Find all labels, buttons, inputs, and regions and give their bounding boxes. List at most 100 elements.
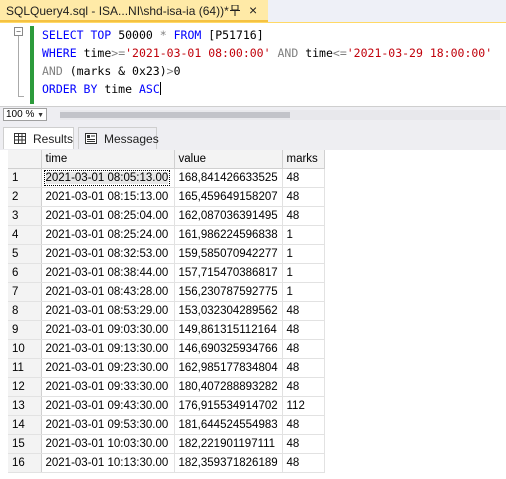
collapse-icon[interactable]: − bbox=[14, 27, 23, 36]
time-cell[interactable]: 2021-03-01 09:43:30.00 bbox=[41, 396, 175, 416]
row-number-cell[interactable]: 6 bbox=[8, 263, 42, 283]
table-row[interactable]: 5 2021-03-01 08:32:53.00 159,585070942277 1 bbox=[8, 244, 325, 264]
table-row[interactable]: 1 2021-03-01 08:05:13.00 168,841426633525 4… bbox=[8, 168, 325, 188]
value-cell[interactable]: 161,986224596838 bbox=[174, 225, 283, 245]
marks-cell[interactable]: 48 bbox=[282, 168, 325, 188]
horizontal-scrollbar[interactable] bbox=[60, 110, 500, 120]
table-row[interactable]: 7 2021-03-01 08:43:28.00 156,230787592775 1 bbox=[8, 282, 325, 302]
time-cell[interactable]: 2021-03-01 10:03:30.00 bbox=[41, 434, 175, 454]
table-row[interactable]: 15 2021-03-01 10:03:30.00 182,221901197111… bbox=[8, 434, 325, 454]
value-cell[interactable]: 176,915534914702 bbox=[174, 396, 283, 416]
table-row[interactable]: 3 2021-03-01 08:25:04.00 162,087036391495 4… bbox=[8, 206, 325, 226]
time-cell[interactable]: 2021-03-01 10:13:30.00 bbox=[41, 453, 175, 473]
pin-icon[interactable] bbox=[230, 5, 240, 16]
time-cell[interactable]: 2021-03-01 08:53:29.00 bbox=[41, 301, 175, 321]
row-number-cell[interactable]: 14 bbox=[8, 415, 42, 435]
column-header-time[interactable]: time bbox=[41, 150, 175, 169]
time-cell[interactable]: 2021-03-01 08:25:04.00 bbox=[41, 206, 175, 226]
row-number-header[interactable] bbox=[8, 150, 42, 169]
marks-cell[interactable]: 48 bbox=[282, 301, 325, 321]
tab-messages[interactable]: Messages bbox=[78, 127, 159, 149]
value-cell[interactable]: 153,032304289562 bbox=[174, 301, 283, 321]
marks-cell[interactable]: 48 bbox=[282, 206, 325, 226]
value-cell[interactable]: 182,359371826189 bbox=[174, 453, 283, 473]
row-number-cell[interactable]: 12 bbox=[8, 377, 42, 397]
table-row[interactable]: 11 2021-03-01 09:23:30.00 162,985177834804… bbox=[8, 358, 325, 378]
value-cell[interactable]: 162,985177834804 bbox=[174, 358, 283, 378]
row-number-cell[interactable]: 15 bbox=[8, 434, 42, 454]
time-cell[interactable]: 2021-03-01 08:05:13.00 bbox=[41, 168, 175, 188]
time-cell[interactable]: 2021-03-01 09:13:30.00 bbox=[41, 339, 175, 359]
table-row[interactable]: 13 2021-03-01 09:43:30.00 176,915534914702… bbox=[8, 396, 325, 416]
row-number-cell[interactable]: 3 bbox=[8, 206, 42, 226]
marks-cell[interactable]: 1 bbox=[282, 282, 325, 302]
results-grid[interactable]: time value marks 1 2021-03-01 08:05:13.00… bbox=[0, 150, 506, 479]
time-cell[interactable]: 2021-03-01 08:38:44.00 bbox=[41, 263, 175, 283]
row-number-cell[interactable]: 9 bbox=[8, 320, 42, 340]
value-cell[interactable]: 168,841426633525 bbox=[174, 168, 283, 188]
value-cell[interactable]: 156,230787592775 bbox=[174, 282, 283, 302]
row-number-cell[interactable]: 4 bbox=[8, 225, 42, 245]
row-number-cell[interactable]: 10 bbox=[8, 339, 42, 359]
time-cell[interactable]: 2021-03-01 08:15:13.00 bbox=[41, 187, 175, 207]
code-line-3: AND (marks & 0x23)>0 bbox=[42, 64, 181, 78]
marks-cell[interactable]: 48 bbox=[282, 339, 325, 359]
table-row[interactable]: 14 2021-03-01 09:53:30.00 181,644524554983… bbox=[8, 415, 325, 435]
time-cell[interactable]: 2021-03-01 09:33:30.00 bbox=[41, 377, 175, 397]
table-row[interactable]: 9 2021-03-01 09:03:30.00 149,861315112164 4… bbox=[8, 320, 325, 340]
marks-cell[interactable]: 48 bbox=[282, 415, 325, 435]
marks-cell[interactable]: 48 bbox=[282, 320, 325, 340]
row-number-cell[interactable]: 16 bbox=[8, 453, 42, 473]
column-header-marks[interactable]: marks bbox=[282, 150, 325, 169]
value-cell[interactable]: 165,459649158207 bbox=[174, 187, 283, 207]
selected-cell-text: 2021-03-01 08:05:13.00 bbox=[43, 169, 171, 186]
row-number-cell[interactable]: 7 bbox=[8, 282, 42, 302]
row-number-cell[interactable]: 8 bbox=[8, 301, 42, 321]
code-line-2: WHERE time>='2021-03-01 08:00:00' AND ti… bbox=[42, 46, 493, 60]
row-number-cell[interactable]: 5 bbox=[8, 244, 42, 264]
marks-cell[interactable]: 112 bbox=[282, 396, 325, 416]
marks-cell[interactable]: 1 bbox=[282, 244, 325, 264]
table-row[interactable]: 10 2021-03-01 09:13:30.00 146,690325934766… bbox=[8, 339, 325, 359]
document-tab[interactable]: SQLQuery4.sql - ISA...NI\shd-isa-ia (64)… bbox=[0, 0, 268, 22]
query-editor[interactable]: − SELECT TOP 50000 * FROM [P51716] WHERE … bbox=[0, 23, 506, 105]
outline-guide-end bbox=[18, 96, 24, 97]
row-number-cell[interactable]: 2 bbox=[8, 187, 42, 207]
zoom-dropdown[interactable]: 100 % ▼ bbox=[3, 108, 47, 121]
time-cell[interactable]: 2021-03-01 09:23:30.00 bbox=[41, 358, 175, 378]
table-row[interactable]: 4 2021-03-01 08:25:24.00 161,986224596838 1 bbox=[8, 225, 325, 245]
value-cell[interactable]: 180,407288893282 bbox=[174, 377, 283, 397]
row-number-cell[interactable]: 13 bbox=[8, 396, 42, 416]
marks-cell[interactable]: 48 bbox=[282, 187, 325, 207]
marks-cell[interactable]: 48 bbox=[282, 434, 325, 454]
marks-cell[interactable]: 1 bbox=[282, 225, 325, 245]
value-cell[interactable]: 159,585070942277 bbox=[174, 244, 283, 264]
row-number-cell[interactable]: 1 bbox=[8, 168, 42, 188]
table-row[interactable]: 8 2021-03-01 08:53:29.00 153,032304289562 4… bbox=[8, 301, 325, 321]
marks-cell[interactable]: 48 bbox=[282, 453, 325, 473]
table-row[interactable]: 6 2021-03-01 08:38:44.00 157,715470386817 1 bbox=[8, 263, 325, 283]
value-cell[interactable]: 182,221901197111 bbox=[174, 434, 283, 454]
table-row[interactable]: 16 2021-03-01 10:13:30.00 182,359371826189… bbox=[8, 453, 325, 473]
value-cell[interactable]: 149,861315112164 bbox=[174, 320, 283, 340]
time-cell[interactable]: 2021-03-01 09:53:30.00 bbox=[41, 415, 175, 435]
scrollbar-thumb[interactable] bbox=[60, 112, 290, 118]
value-cell[interactable]: 181,644524554983 bbox=[174, 415, 283, 435]
row-number-cell[interactable]: 11 bbox=[8, 358, 42, 378]
close-icon[interactable]: × bbox=[249, 2, 257, 18]
time-cell[interactable]: 2021-03-01 08:25:24.00 bbox=[41, 225, 175, 245]
marks-cell[interactable]: 48 bbox=[282, 358, 325, 378]
time-cell[interactable]: 2021-03-01 09:03:30.00 bbox=[41, 320, 175, 340]
value-cell[interactable]: 146,690325934766 bbox=[174, 339, 283, 359]
marks-cell[interactable]: 1 bbox=[282, 263, 325, 283]
table-row[interactable]: 12 2021-03-01 09:33:30.00 180,407288893282… bbox=[8, 377, 325, 397]
value-cell[interactable]: 157,715470386817 bbox=[174, 263, 283, 283]
column-header-value[interactable]: value bbox=[174, 150, 283, 169]
time-cell[interactable]: 2021-03-01 08:43:28.00 bbox=[41, 282, 175, 302]
table-row[interactable]: 2 2021-03-01 08:15:13.00 165,459649158207 4… bbox=[8, 187, 325, 207]
marks-cell[interactable]: 48 bbox=[282, 377, 325, 397]
tab-results[interactable]: Results bbox=[3, 127, 74, 149]
sql-code[interactable]: SELECT TOP 50000 * FROM [P51716] WHERE ti… bbox=[42, 26, 492, 98]
time-cell[interactable]: 2021-03-01 08:32:53.00 bbox=[41, 244, 175, 264]
value-cell[interactable]: 162,087036391495 bbox=[174, 206, 283, 226]
